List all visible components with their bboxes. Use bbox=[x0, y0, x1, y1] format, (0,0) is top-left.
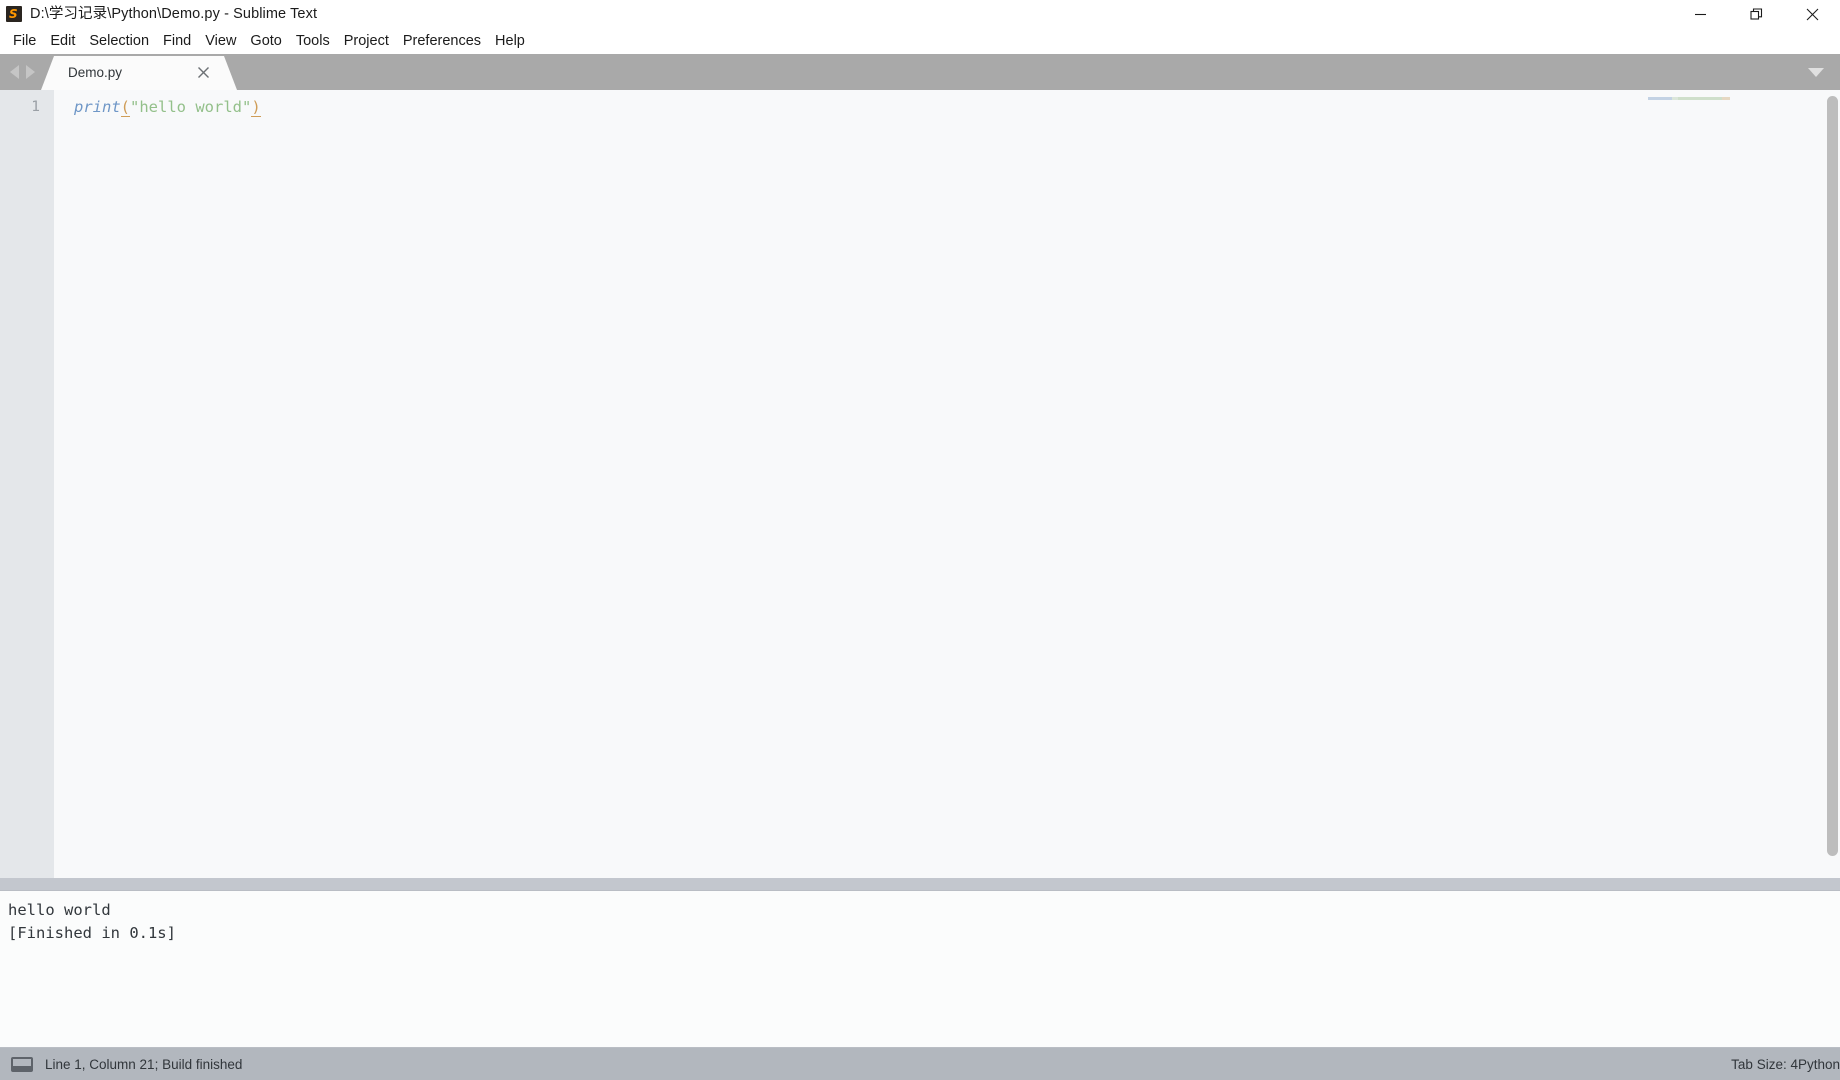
scrollbar-thumb[interactable] bbox=[1827, 96, 1838, 856]
menu-item-project[interactable]: Project bbox=[337, 28, 396, 54]
arrow-right-icon[interactable] bbox=[26, 65, 35, 79]
window-title: D:\学习记录\Python\Demo.py - Sublime Text bbox=[30, 6, 318, 22]
token-function: print bbox=[74, 98, 121, 116]
close-icon bbox=[1806, 8, 1818, 20]
console-line-2: [Finished in 0.1s] bbox=[8, 924, 176, 942]
menu-bar: File Edit Selection Find View Goto Tools… bbox=[0, 28, 1840, 54]
code-line-1: print("hello world") bbox=[74, 96, 1840, 118]
token-open-paren: ( bbox=[120, 98, 131, 117]
restore-button[interactable] bbox=[1728, 0, 1784, 28]
menu-item-edit[interactable]: Edit bbox=[43, 28, 82, 54]
menu-item-goto[interactable]: Goto bbox=[243, 28, 288, 54]
status-message: Line 1, Column 21; Build finished bbox=[45, 1056, 243, 1072]
line-number: 1 bbox=[31, 99, 40, 115]
window-controls bbox=[1672, 0, 1840, 28]
editor-minimap[interactable] bbox=[1636, 90, 1822, 878]
minimap-token-string bbox=[1678, 97, 1722, 100]
vertical-scrollbar[interactable] bbox=[1827, 96, 1838, 878]
sublime-logo-glyph: S bbox=[9, 7, 18, 21]
console-line-1: hello world bbox=[8, 901, 111, 919]
tab-close-icon[interactable] bbox=[195, 64, 211, 80]
minimize-button[interactable] bbox=[1672, 0, 1728, 28]
minimize-icon bbox=[1694, 13, 1706, 15]
sublime-text-window: S D:\学习记录\Python\Demo.py - Sublime Text bbox=[0, 0, 1840, 1080]
status-bar: Line 1, Column 21; Build finished Tab Si… bbox=[0, 1048, 1840, 1080]
close-icon bbox=[197, 66, 209, 78]
menu-item-preferences[interactable]: Preferences bbox=[396, 28, 488, 54]
menu-item-view[interactable]: View bbox=[198, 28, 243, 54]
close-button[interactable] bbox=[1784, 0, 1840, 28]
editor-gutter: 1 bbox=[0, 90, 54, 878]
menu-item-selection[interactable]: Selection bbox=[82, 28, 156, 54]
menu-item-file[interactable]: File bbox=[6, 28, 43, 54]
minimap-token-close-paren bbox=[1722, 97, 1730, 100]
minimap-token-function bbox=[1648, 97, 1672, 100]
status-bar-right: Tab Size: 4 Python bbox=[1731, 1048, 1840, 1080]
menu-item-find[interactable]: Find bbox=[156, 28, 198, 54]
arrow-left-icon[interactable] bbox=[10, 65, 19, 79]
tab-nav-arrows bbox=[0, 54, 41, 90]
title-bar: S D:\学习记录\Python\Demo.py - Sublime Text bbox=[0, 0, 1840, 28]
console-panel-icon[interactable] bbox=[11, 1056, 33, 1072]
chevron-down-icon[interactable] bbox=[1808, 68, 1824, 77]
status-tab-size[interactable]: Tab Size: 4 bbox=[1731, 1057, 1798, 1072]
status-syntax[interactable]: Python bbox=[1798, 1057, 1840, 1072]
code-pane[interactable]: print("hello world") bbox=[54, 90, 1840, 878]
tab-label: Demo.py bbox=[68, 65, 123, 80]
token-close-paren: ) bbox=[251, 98, 261, 117]
tab-demo-py[interactable]: Demo.py bbox=[41, 54, 237, 90]
minimap-line-1 bbox=[1648, 97, 1734, 100]
token-string: "hello world" bbox=[130, 98, 252, 116]
sublime-logo-icon: S bbox=[6, 6, 22, 22]
build-output-panel[interactable]: hello world [Finished in 0.1s] bbox=[0, 890, 1840, 1048]
restore-icon bbox=[1749, 7, 1762, 20]
tab-bar: Demo.py bbox=[0, 54, 1840, 90]
menu-item-tools[interactable]: Tools bbox=[289, 28, 337, 54]
editor-area[interactable]: 1 print("hello world") bbox=[0, 90, 1840, 878]
console-separator[interactable] bbox=[0, 878, 1840, 890]
menu-item-help[interactable]: Help bbox=[488, 28, 532, 54]
